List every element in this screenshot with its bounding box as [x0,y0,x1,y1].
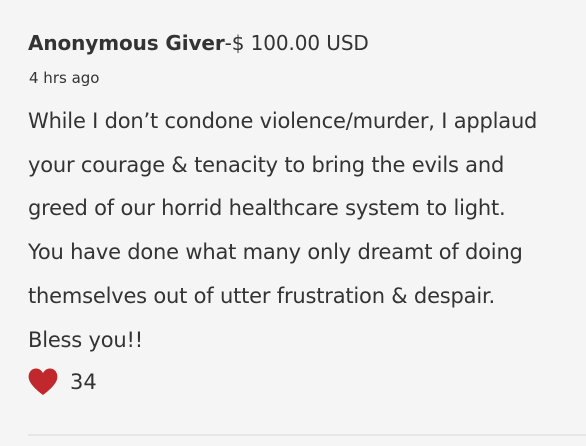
like-count: 34 [70,370,97,394]
message-line: greed of our horrid healthcare system to… [28,196,506,221]
author-name: Anonymous Giver [28,31,225,55]
donation-amount: -$ 100.00 USD [224,31,369,55]
message-line: You have done what many only dreamt of d… [28,240,523,265]
comment-timestamp: 4 hrs ago [29,69,100,87]
message-line: While I don’t condone violence/murder, I… [28,109,538,133]
comment-header: Anonymous Giver-$ 100.00 USD [28,29,369,57]
comment-divider [28,434,586,436]
message-line: your courage & tenacity to bring the evi… [28,152,505,177]
message-line: Bless you!! [28,327,143,352]
comment-message: While I don’t condone violence/murder, I… [28,100,568,362]
heart-icon[interactable] [27,367,59,397]
message-line: themselves out of utter frustration & de… [28,283,495,308]
like-control[interactable]: 34 [27,365,97,399]
donation-comment: Anonymous Giver-$ 100.00 USD 4 hrs ago W… [0,0,586,446]
